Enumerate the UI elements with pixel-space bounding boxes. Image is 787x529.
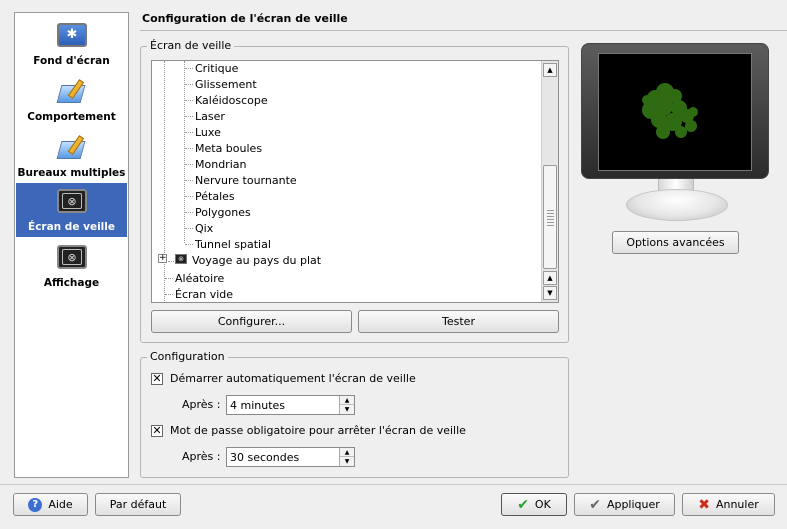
help-icon: ?: [28, 497, 43, 512]
sidebar-item-wallpaper[interactable]: ✱ Fond d'écran: [16, 17, 127, 71]
tree-branch: [185, 164, 193, 165]
header-divider: [140, 30, 787, 31]
cancel-button[interactable]: ✖ Annuler: [682, 493, 775, 516]
password-delay-input[interactable]: [230, 450, 338, 465]
display-icon: ⊗: [56, 245, 88, 273]
tree-branch: [185, 148, 193, 149]
spin-down-icon[interactable]: ▼: [340, 405, 354, 414]
tree-branch: [168, 261, 174, 262]
list-item[interactable]: Mondrian: [195, 157, 246, 173]
tree-branch: [165, 294, 173, 295]
preview-monitor: [581, 43, 769, 179]
defaults-button-label: Par défaut: [109, 498, 167, 511]
help-button[interactable]: ? Aide: [13, 493, 88, 516]
expand-icon[interactable]: +: [158, 254, 167, 263]
sidebar: ✱ Fond d'écran Comportement Bureaux mult…: [14, 12, 129, 478]
apply-button[interactable]: ✔ Appliquer: [574, 493, 675, 516]
spin-down-icon[interactable]: ▼: [340, 457, 354, 466]
help-button-label: Aide: [48, 498, 73, 511]
list-scrollbar[interactable]: ▲ ▲ ▼: [541, 61, 558, 302]
apply-button-label: Appliquer: [606, 498, 660, 511]
ok-button[interactable]: ✔ OK: [501, 493, 567, 516]
list-item[interactable]: Qix: [195, 221, 213, 237]
defaults-button[interactable]: Par défaut: [95, 493, 181, 516]
tree-branch: [185, 84, 193, 85]
sidebar-item-label: Comportement: [27, 111, 116, 123]
sidebar-item-label: Écran de veille: [28, 221, 115, 233]
list-item[interactable]: Écran vide: [175, 287, 233, 302]
auto-start-label: Démarrer automatiquement l'écran de veil…: [170, 372, 416, 385]
check-icon: ✔: [517, 496, 529, 513]
sidebar-item-label: Bureaux multiples: [17, 167, 126, 179]
wallpaper-icon: ✱: [56, 23, 88, 51]
password-checkbox[interactable]: ✕: [151, 425, 163, 437]
tree-branch: [165, 278, 173, 279]
monitor-base: [626, 189, 728, 221]
list-item[interactable]: Nervure tournante: [195, 173, 297, 189]
multiple-desktops-icon: [56, 135, 88, 163]
advanced-options-button[interactable]: Options avancées: [612, 231, 739, 254]
sidebar-item-display[interactable]: ⊗ Affichage: [16, 239, 127, 293]
list-item[interactable]: Aléatoire: [175, 271, 224, 287]
tree-branch: [185, 68, 193, 69]
screensaver-folder-icon: ⊗: [175, 254, 187, 264]
list-item[interactable]: Pétales: [195, 189, 235, 205]
tree-branch: [185, 212, 193, 213]
password-label: Mot de passe obligatoire pour arrêter l'…: [170, 424, 466, 437]
configuration-group-title: Configuration: [147, 350, 228, 363]
screensaver-preview: [642, 83, 698, 139]
list-item[interactable]: Voyage au pays du plat: [192, 253, 321, 269]
list-item[interactable]: Polygones: [195, 205, 251, 221]
scroll-up-icon[interactable]: ▲: [543, 63, 557, 77]
list-item[interactable]: Laser: [195, 109, 225, 125]
scroll-down-icon[interactable]: ▼: [543, 286, 557, 300]
test-button[interactable]: Tester: [358, 310, 559, 333]
tree-branch: [185, 100, 193, 101]
preview-screen: [598, 53, 752, 171]
tree-line: [184, 61, 185, 243]
list-item[interactable]: Glissement: [195, 77, 257, 93]
delay-input[interactable]: [230, 398, 338, 413]
tree-branch: [185, 228, 193, 229]
apply-check-icon: ✔: [589, 496, 601, 513]
screensaver-icon: ⊗: [56, 189, 88, 217]
configure-button[interactable]: Configurer...: [151, 310, 352, 333]
spin-up-icon[interactable]: ▲: [340, 448, 354, 457]
sidebar-item-screensaver[interactable]: ⊗ Écran de veille: [16, 183, 127, 237]
after-label: Après :: [182, 398, 221, 411]
tree-branch: [185, 116, 193, 117]
auto-start-checkbox[interactable]: ✕: [151, 373, 163, 385]
tree-line: [164, 61, 165, 301]
sidebar-item-label: Affichage: [43, 277, 100, 289]
tree-branch: [185, 244, 193, 245]
list-item[interactable]: Kaléidoscope: [195, 93, 268, 109]
spin-up-icon[interactable]: ▲: [340, 396, 354, 405]
cancel-button-label: Annuler: [715, 498, 759, 511]
list-item[interactable]: Luxe: [195, 125, 221, 141]
ok-button-label: OK: [534, 498, 551, 511]
sidebar-item-behavior[interactable]: Comportement: [16, 73, 127, 127]
scroll-up-icon[interactable]: ▲: [543, 271, 557, 285]
cancel-icon: ✖: [698, 496, 710, 513]
tree-branch: [185, 180, 193, 181]
footer-divider: [0, 484, 787, 485]
screensaver-list[interactable]: Critique Glissement Kaléidoscope Laser L…: [151, 60, 559, 303]
tree-branch: [185, 132, 193, 133]
list-item[interactable]: Tunnel spatial: [195, 237, 271, 253]
sidebar-item-label: Fond d'écran: [33, 55, 110, 67]
scroll-thumb[interactable]: [543, 165, 557, 269]
after-label: Après :: [182, 450, 221, 463]
list-item[interactable]: Meta boules: [195, 141, 262, 157]
list-item[interactable]: Critique: [195, 61, 238, 77]
sidebar-item-multiple-desktops[interactable]: Bureaux multiples: [16, 129, 127, 183]
delay-spinbox[interactable]: ▲▼: [226, 395, 355, 415]
page-title: Configuration de l'écran de veille: [142, 12, 348, 25]
tree-branch: [185, 196, 193, 197]
screensaver-group-title: Écran de veille: [147, 39, 235, 52]
behavior-icon: [56, 79, 88, 107]
password-delay-spinbox[interactable]: ▲▼: [226, 447, 355, 467]
